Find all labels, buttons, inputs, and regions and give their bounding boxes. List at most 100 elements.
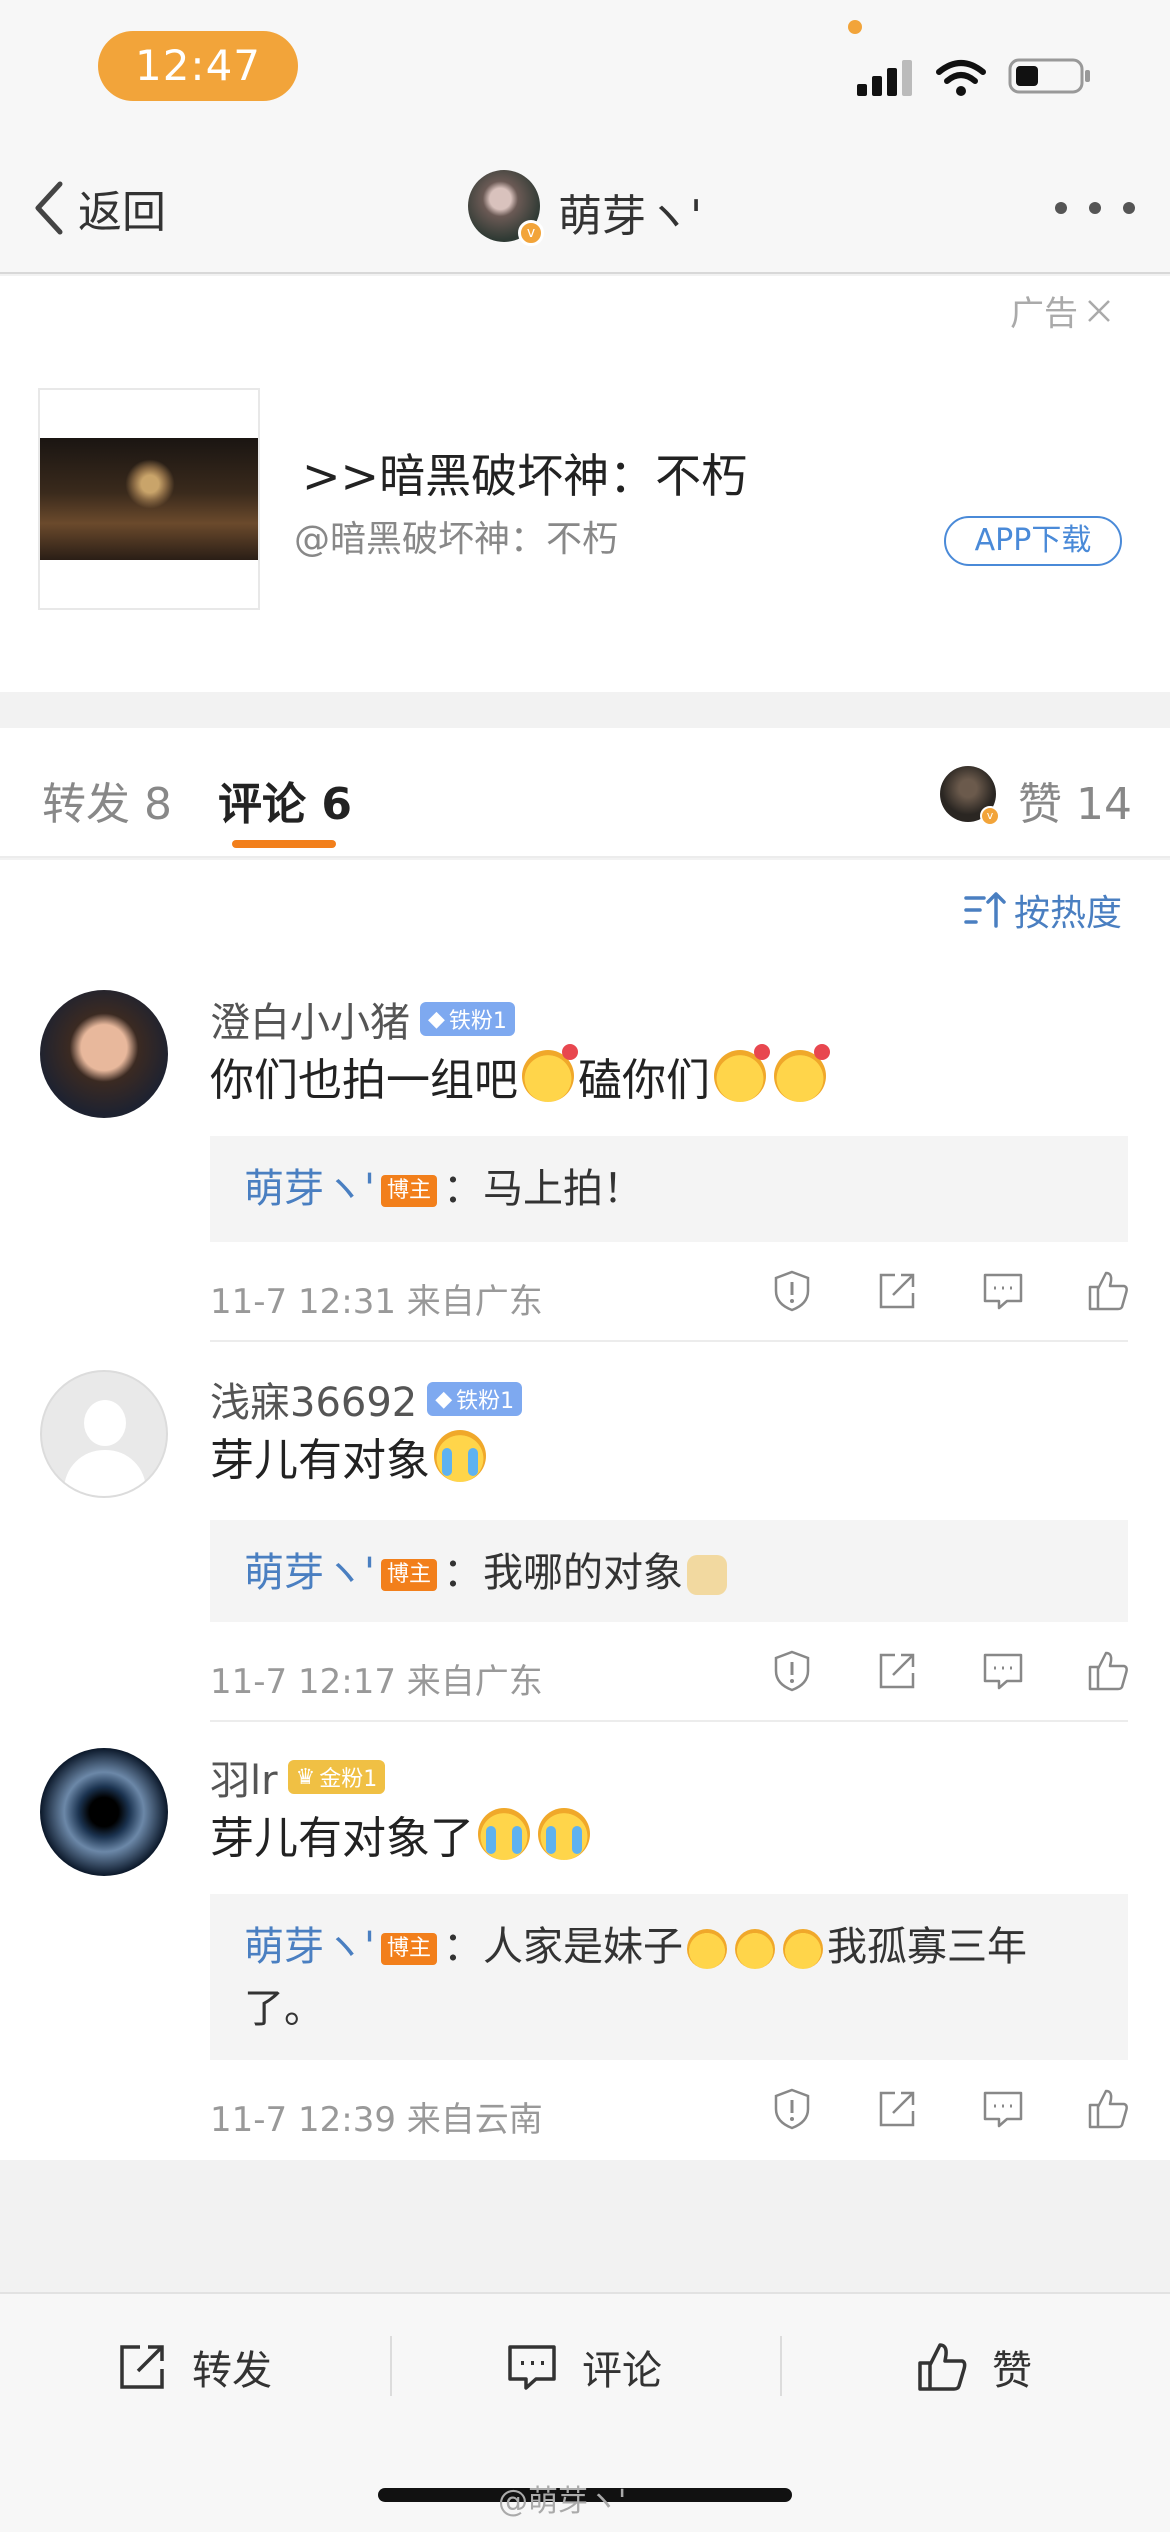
wifi-icon [936, 60, 986, 96]
comment-text: 芽儿有对象了 [210, 1802, 594, 1866]
comment-author[interactable]: 澄白小小猪 ◆ 铁粉1 [210, 990, 515, 1048]
more-dot-icon [1089, 202, 1101, 214]
fan-badge-label: 铁粉1 [456, 1389, 515, 1414]
avatar[interactable] [40, 1748, 168, 1876]
share-icon[interactable] [875, 1649, 919, 1693]
watermark: @萌芽ヽ' [498, 2484, 627, 2519]
tab-repost[interactable]: 转发 8 [42, 768, 172, 832]
like-button[interactable]: 赞 [916, 2338, 1032, 2396]
default-avatar-body [64, 1450, 146, 1496]
comment-author[interactable]: 羽lr ♛ 金粉1 [210, 1748, 386, 1806]
reply-text: ：马上拍！ [443, 1166, 644, 1212]
tabs-bar: 转发 8 评论 6 v 赞 14 [0, 728, 1170, 858]
comment-text-part: 芽儿有对象了 [210, 1813, 474, 1864]
laughing-tears-emoji-icon [783, 1929, 824, 1969]
ad-subtitle: @暗黑破坏神：不朽 [294, 519, 619, 560]
divider [210, 1340, 1128, 1342]
dog-emoji-icon [687, 1555, 728, 1595]
comment-text-part: 芽儿有对象 [210, 1435, 430, 1486]
nav-bar: 返回 v 萌芽ヽ' [0, 140, 1170, 274]
fan-badge-label: 金粉1 [319, 1767, 378, 1792]
avatar[interactable] [40, 1370, 168, 1498]
tab-like[interactable]: 赞 14 [1018, 768, 1132, 832]
comment-actions [770, 1266, 1130, 1316]
privacy-indicator-dot [848, 20, 862, 34]
verified-badge-icon: v [518, 220, 544, 246]
back-button[interactable]: 返回 [30, 178, 166, 238]
author-reply[interactable]: 萌芽ヽ' 博主 ：马上拍！ [210, 1136, 1128, 1242]
reply-text: ：我哪的对象 [443, 1550, 684, 1596]
comment-meta: 11-7 12:31 来自广东 [210, 1282, 543, 1322]
status-bar: 12:47 [0, 0, 1170, 140]
comment-button[interactable]: 评论 [506, 2338, 662, 2396]
heart-eyes-emoji-icon [714, 1044, 770, 1102]
page-title[interactable]: 萌芽ヽ' [558, 180, 702, 244]
reply-comment-icon[interactable] [981, 1269, 1025, 1313]
sort-icon [964, 892, 1006, 928]
heart-eyes-emoji-icon [774, 1044, 830, 1102]
more-button[interactable] [1055, 196, 1135, 220]
author-reply[interactable]: 萌芽ヽ' 博主 ：我哪的对象 [210, 1520, 1128, 1622]
report-icon[interactable] [770, 2087, 814, 2131]
active-tab-indicator [232, 840, 336, 848]
author-name: 浅寐36692 [210, 1380, 418, 1426]
fan-badge: ♛ 金粉1 [287, 1760, 386, 1794]
ad-card[interactable]: 广告 >>暗黑破坏神：不朽 @暗黑破坏神：不朽 APP下载 [0, 276, 1170, 692]
like-label: 赞 [992, 2348, 1032, 2394]
laughing-tears-emoji-icon [735, 1929, 776, 1969]
ad-label: 广告 [1010, 294, 1078, 334]
divider [780, 2336, 782, 2396]
reply-author[interactable]: 萌芽ヽ' [244, 1550, 375, 1596]
thumbs-up-icon[interactable] [1086, 1269, 1130, 1313]
comment-actions [770, 2084, 1130, 2134]
reply-comment-icon[interactable] [981, 1649, 1025, 1693]
crying-emoji-icon [434, 1430, 486, 1482]
ad-close-button[interactable]: 广告 [1010, 286, 1114, 335]
ad-thumbnail[interactable] [38, 388, 260, 610]
comments-panel: 按热度 澄白小小猪 ◆ 铁粉1 你们也拍一组吧 磕你们 萌芽ヽ' 博主 ：马上拍！ … [0, 860, 1170, 2160]
reply-author[interactable]: 萌芽ヽ' [244, 1166, 375, 1212]
fan-badge-label: 铁粉1 [448, 1009, 507, 1034]
chevron-left-icon [35, 181, 63, 235]
sort-button[interactable]: 按热度 [964, 884, 1122, 936]
comment-text: 你们也拍一组吧 磕你们 [210, 1044, 830, 1108]
avatar[interactable]: v [468, 170, 544, 246]
more-dot-icon [1123, 202, 1135, 214]
divider [390, 2336, 392, 2396]
repost-label: 转发 [192, 2348, 272, 2394]
author-badge: 博主 [381, 1933, 438, 1965]
liker-avatar[interactable]: v [940, 766, 1000, 826]
comment-author[interactable]: 浅寐36692 ◆ 铁粉1 [210, 1370, 523, 1428]
thumbs-up-icon[interactable] [1086, 1649, 1130, 1693]
tab-comment[interactable]: 评论 6 [218, 768, 352, 832]
more-dot-icon [1055, 202, 1067, 214]
ad-image [40, 438, 258, 560]
author-name: 澄白小小猪 [210, 1000, 410, 1046]
reply-text: ：人家是妹子 [443, 1924, 684, 1970]
author-reply[interactable]: 萌芽ヽ' 博主 ：人家是妹子 我孤寡三年了。 [210, 1894, 1128, 2060]
author-name: 羽lr [210, 1758, 278, 1804]
share-icon[interactable] [875, 2087, 919, 2131]
cellular-signal-icon [857, 60, 912, 96]
comment-text-part: 你们也拍一组吧 [210, 1055, 518, 1106]
app-download-button[interactable]: APP下载 [944, 516, 1122, 566]
share-icon[interactable] [875, 1269, 919, 1313]
share-icon [120, 2345, 164, 2389]
diamond-icon: ◆ [435, 1386, 453, 1412]
avatar[interactable] [40, 990, 168, 1118]
thumbs-up-icon[interactable] [1086, 2087, 1130, 2131]
diamond-icon: ◆ [428, 1006, 445, 1032]
reply-comment-icon[interactable] [981, 2087, 1025, 2131]
report-icon[interactable] [770, 1269, 814, 1313]
report-icon[interactable] [770, 1649, 814, 1693]
reply-author[interactable]: 萌芽ヽ' [244, 1924, 375, 1970]
ad-title[interactable]: >>暗黑破坏神：不朽 [302, 440, 747, 506]
battery-icon [1008, 58, 1090, 94]
author-badge: 博主 [381, 1559, 438, 1591]
status-time: 12:47 [98, 31, 298, 101]
heart-eyes-emoji-icon [522, 1044, 578, 1102]
thumbs-up-icon [918, 2343, 967, 2391]
sort-label: 按热度 [1014, 893, 1123, 934]
default-avatar-icon [84, 1400, 126, 1446]
repost-button[interactable]: 转发 [116, 2338, 272, 2396]
